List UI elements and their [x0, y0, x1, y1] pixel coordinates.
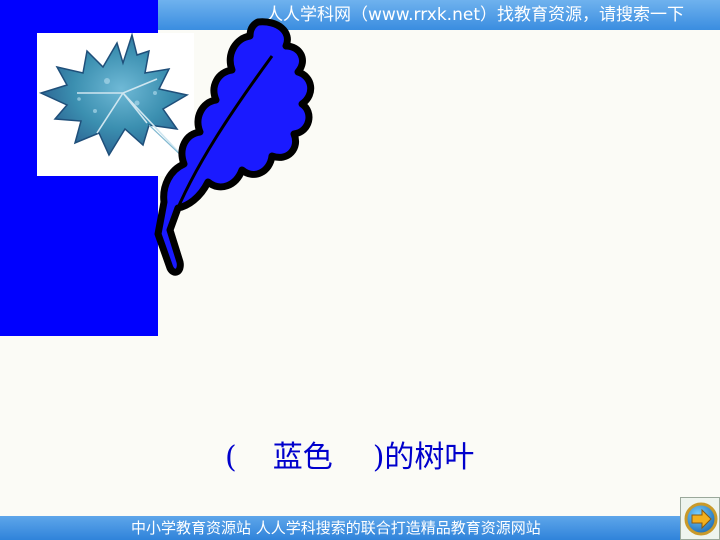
caption-answer: 蓝色: [272, 440, 333, 475]
bottom-banner: 中小学教育资源站 人人学科搜索的联合打造精品教育资源网站: [0, 516, 720, 540]
leaf-outline-icon: [154, 18, 315, 276]
caption: ( 蓝色 )的树叶: [225, 436, 474, 480]
bottom-banner-text: 中小学教育资源站 人人学科搜索的联合打造精品教育资源网站: [131, 519, 541, 537]
next-slide-button[interactable]: [680, 497, 720, 540]
next-arrow-icon: [684, 502, 718, 536]
caption-open-paren: (: [225, 440, 237, 475]
top-banner-text: 人人学科网（www.rrxk.net）找教育资源，请搜索一下: [266, 5, 684, 25]
caption-rest: )的树叶: [372, 440, 475, 475]
